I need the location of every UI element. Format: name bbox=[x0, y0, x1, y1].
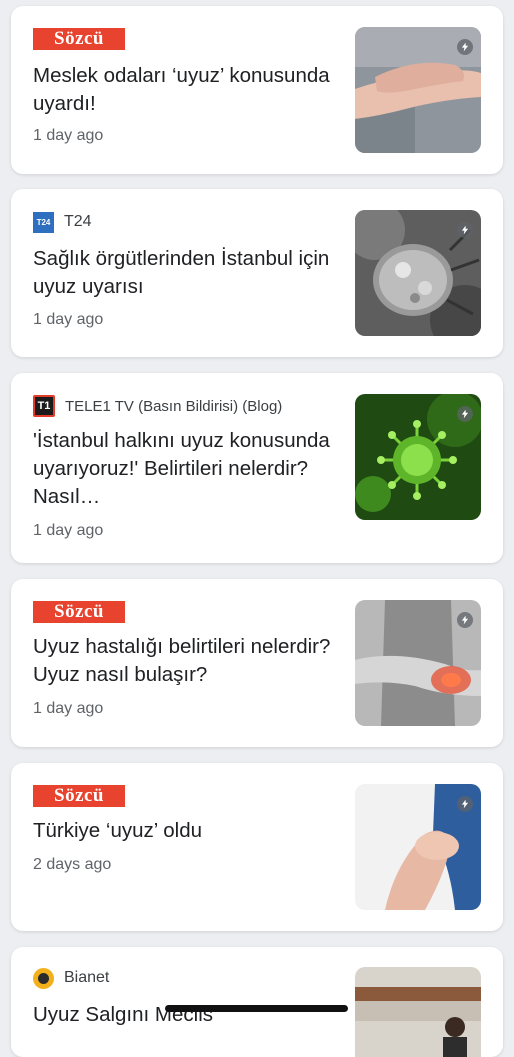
t24-logo: T24 bbox=[33, 211, 54, 233]
bianet-logo bbox=[33, 967, 54, 989]
source-row: T1 TELE1 TV (Basın Bildirisi) (Blog) bbox=[33, 395, 282, 417]
article-thumbnail-mite[interactable] bbox=[355, 210, 481, 336]
sozcu-logo: Sözcü bbox=[33, 601, 125, 623]
lightning-amp-icon bbox=[457, 406, 473, 422]
news-card[interactable]: Sözcü Türkiye ‘uyuz’ oldu 2 days ago bbox=[11, 763, 503, 931]
article-title[interactable]: Meslek odaları ‘uyuz’ konusunda uyardı! bbox=[33, 62, 333, 118]
source-row: Bianet bbox=[33, 967, 109, 989]
article-title[interactable]: Türkiye ‘uyuz’ oldu bbox=[33, 817, 333, 845]
source-row: T24 T24 bbox=[33, 211, 92, 233]
lightning-amp-icon bbox=[457, 796, 473, 812]
lightning-amp-icon bbox=[457, 39, 473, 55]
article-title[interactable]: Uyuz hastalığı belirtileri nelerdir? Uyu… bbox=[33, 633, 333, 689]
news-card[interactable]: Sözcü Meslek odaları ‘uyuz’ konusunda uy… bbox=[11, 6, 503, 174]
source-name: Bianet bbox=[64, 969, 110, 986]
tele1-logo: T1 bbox=[33, 395, 55, 417]
article-time: 1 day ago bbox=[33, 127, 104, 144]
article-time: 1 day ago bbox=[33, 700, 104, 717]
news-card[interactable]: Bianet Uyuz Salgını Meclis bbox=[11, 947, 503, 1057]
news-card[interactable]: T24 T24 Sağlık örgütlerinden İstanbul iç… bbox=[11, 189, 503, 357]
news-card[interactable]: T1 TELE1 TV (Basın Bildirisi) (Blog) 'İs… bbox=[11, 373, 503, 563]
article-title[interactable]: Sağlık örgütlerinden İstanbul için uyuz … bbox=[33, 245, 333, 301]
source-row: Sözcü bbox=[33, 28, 125, 50]
source-name: TELE1 TV (Basın Bildirisi) (Blog) bbox=[65, 397, 283, 415]
home-indicator[interactable] bbox=[165, 1005, 348, 1012]
source-row: Sözcü bbox=[33, 601, 125, 623]
article-time: 2 days ago bbox=[33, 856, 112, 873]
news-card[interactable]: Sözcü Uyuz hastalığı belirtileri nelerdi… bbox=[11, 579, 503, 747]
lightning-amp-icon bbox=[457, 612, 473, 628]
article-time: 1 day ago bbox=[33, 311, 104, 328]
article-thumbnail-scratching-knee[interactable] bbox=[355, 784, 481, 910]
source-name: T24 bbox=[64, 213, 92, 230]
sozcu-logo: Sözcü bbox=[33, 785, 125, 807]
article-thumbnail-itchy-arm[interactable] bbox=[355, 600, 481, 726]
sozcu-logo: Sözcü bbox=[33, 28, 125, 50]
lightning-amp-icon bbox=[457, 222, 473, 238]
article-thumbnail-parliament[interactable] bbox=[355, 967, 481, 1057]
article-time: 1 day ago bbox=[33, 522, 104, 539]
article-title[interactable]: 'İstanbul halkını uyuz konusunda uyarıyo… bbox=[33, 427, 333, 511]
source-row: Sözcü bbox=[33, 785, 125, 807]
article-thumbnail-green-virus[interactable] bbox=[355, 394, 481, 520]
article-thumbnail-skin-scratch[interactable] bbox=[355, 27, 481, 153]
